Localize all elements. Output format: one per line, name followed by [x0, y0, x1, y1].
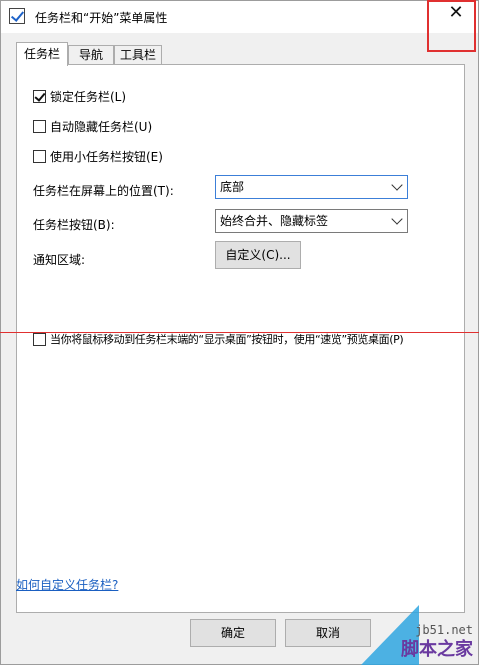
peek-desktop-label: 当你将鼠标移动到任务栏末端的“显示桌面”按钮时，使用“速览”预览桌面(P) — [50, 333, 404, 346]
taskbar-location-label: 任务栏在屏幕上的位置(T): — [33, 184, 174, 198]
small-buttons-checkbox[interactable] — [33, 149, 46, 163]
properties-window: 任务栏和“开始”菜单属性 ✕ 任务栏 导航 工具栏 锁定任务栏(L) 自动隐藏任… — [0, 0, 479, 665]
lock-taskbar-checkbox[interactable] — [33, 89, 46, 103]
lock-taskbar-label: 锁定任务栏(L) — [50, 89, 127, 104]
chevron-down-icon — [391, 213, 403, 225]
close-button[interactable]: ✕ — [433, 1, 479, 31]
lock-taskbar-option[interactable]: 锁定任务栏(L) — [33, 88, 126, 104]
ok-button[interactable]: 确定 — [190, 619, 276, 647]
cancel-button[interactable]: 取消 — [285, 619, 371, 647]
peek-desktop-checkbox[interactable] — [33, 332, 46, 346]
taskbar-location-select[interactable]: 底部 — [215, 175, 408, 199]
help-link[interactable]: 如何自定义任务栏? — [16, 576, 118, 593]
peek-desktop-option[interactable]: 当你将鼠标移动到任务栏末端的“显示桌面”按钮时，使用“速览”预览桌面(P) — [33, 331, 453, 347]
taskbar-buttons-label: 任务栏按钮(B): — [33, 218, 115, 232]
taskbar-location-value: 底部 — [220, 180, 245, 194]
taskbar-buttons-value: 始终合并、隐藏标签 — [220, 214, 329, 228]
chevron-down-icon — [391, 179, 403, 191]
autohide-taskbar-option[interactable]: 自动隐藏任务栏(U) — [33, 118, 152, 134]
dialog-body: 任务栏 导航 工具栏 锁定任务栏(L) 自动隐藏任务栏(U) 使用小任务栏按钮(… — [1, 33, 478, 664]
tab-taskbar[interactable]: 任务栏 — [16, 42, 68, 66]
checkbox-app-icon — [9, 8, 25, 24]
customize-button[interactable]: 自定义(C)... — [215, 241, 301, 269]
tab-toolbars[interactable]: 工具栏 — [114, 45, 162, 65]
small-buttons-label: 使用小任务栏按钮(E) — [50, 149, 163, 164]
small-buttons-option[interactable]: 使用小任务栏按钮(E) — [33, 148, 163, 164]
autohide-taskbar-checkbox[interactable] — [33, 119, 46, 133]
notification-area-label: 通知区域: — [33, 253, 86, 267]
taskbar-tab-panel: 锁定任务栏(L) 自动隐藏任务栏(U) 使用小任务栏按钮(E) 任务栏在屏幕上的… — [16, 64, 465, 613]
window-title: 任务栏和“开始”菜单属性 — [35, 11, 168, 25]
tab-navigation[interactable]: 导航 — [68, 45, 114, 65]
taskbar-buttons-select[interactable]: 始终合并、隐藏标签 — [215, 209, 408, 233]
autohide-taskbar-label: 自动隐藏任务栏(U) — [50, 119, 153, 134]
close-icon: ✕ — [448, 2, 464, 23]
title-bar: 任务栏和“开始”菜单属性 ✕ — [1, 1, 478, 33]
